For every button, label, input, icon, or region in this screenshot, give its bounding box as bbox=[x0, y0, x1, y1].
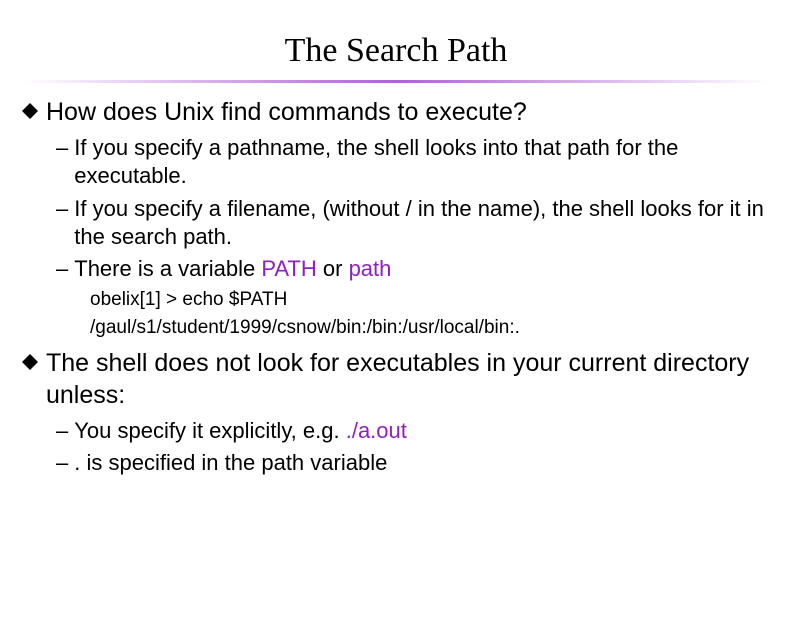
level2-text: . is specified in the path variable bbox=[74, 449, 770, 477]
level2-text: If you specify a pathname, the shell loo… bbox=[74, 134, 770, 190]
highlight-path: PATH bbox=[261, 256, 316, 281]
dash-bullet: – bbox=[56, 195, 68, 251]
level2-item: – You specify it explicitly, e.g. ./a.ou… bbox=[56, 417, 770, 445]
level2-text: There is a variable PATH or path bbox=[74, 255, 770, 283]
level2-item: – If you specify a filename, (without / … bbox=[56, 195, 770, 251]
diamond-bullet-icon bbox=[22, 103, 38, 119]
level1-item: How does Unix find commands to execute? bbox=[22, 97, 770, 128]
text-fragment: or bbox=[317, 256, 349, 281]
slide-content: How does Unix find commands to execute? … bbox=[0, 97, 792, 477]
diamond-bullet-icon bbox=[22, 354, 38, 370]
bullet-group-2: The shell does not look for executables … bbox=[22, 348, 770, 477]
highlight-aout: ./a.out bbox=[346, 418, 407, 443]
level2-text: You specify it explicitly, e.g. ./a.out bbox=[74, 417, 770, 445]
level3-code: obelix[1] > echo $PATH bbox=[90, 287, 770, 313]
text-fragment: There is a variable bbox=[74, 256, 261, 281]
level3-code: /gaul/s1/student/1999/csnow/bin:/bin:/us… bbox=[90, 315, 770, 341]
dash-bullet: – bbox=[56, 255, 68, 283]
slide-title: The Search Path bbox=[0, 32, 792, 70]
text-fragment: You specify it explicitly, e.g. bbox=[74, 418, 345, 443]
level1-text: The shell does not look for executables … bbox=[46, 348, 770, 411]
dash-bullet: – bbox=[56, 417, 68, 445]
level2-item: – There is a variable PATH or path bbox=[56, 255, 770, 283]
level2-item: – If you specify a pathname, the shell l… bbox=[56, 134, 770, 190]
level1-text: How does Unix find commands to execute? bbox=[46, 97, 770, 128]
dash-bullet: – bbox=[56, 134, 68, 190]
highlight-path: path bbox=[349, 256, 392, 281]
level2-item: – . is specified in the path variable bbox=[56, 449, 770, 477]
dash-bullet: – bbox=[56, 449, 68, 477]
title-divider bbox=[22, 80, 770, 83]
level1-item: The shell does not look for executables … bbox=[22, 348, 770, 411]
level2-text: If you specify a filename, (without / in… bbox=[74, 195, 770, 251]
bullet-group-1: How does Unix find commands to execute? … bbox=[22, 97, 770, 340]
